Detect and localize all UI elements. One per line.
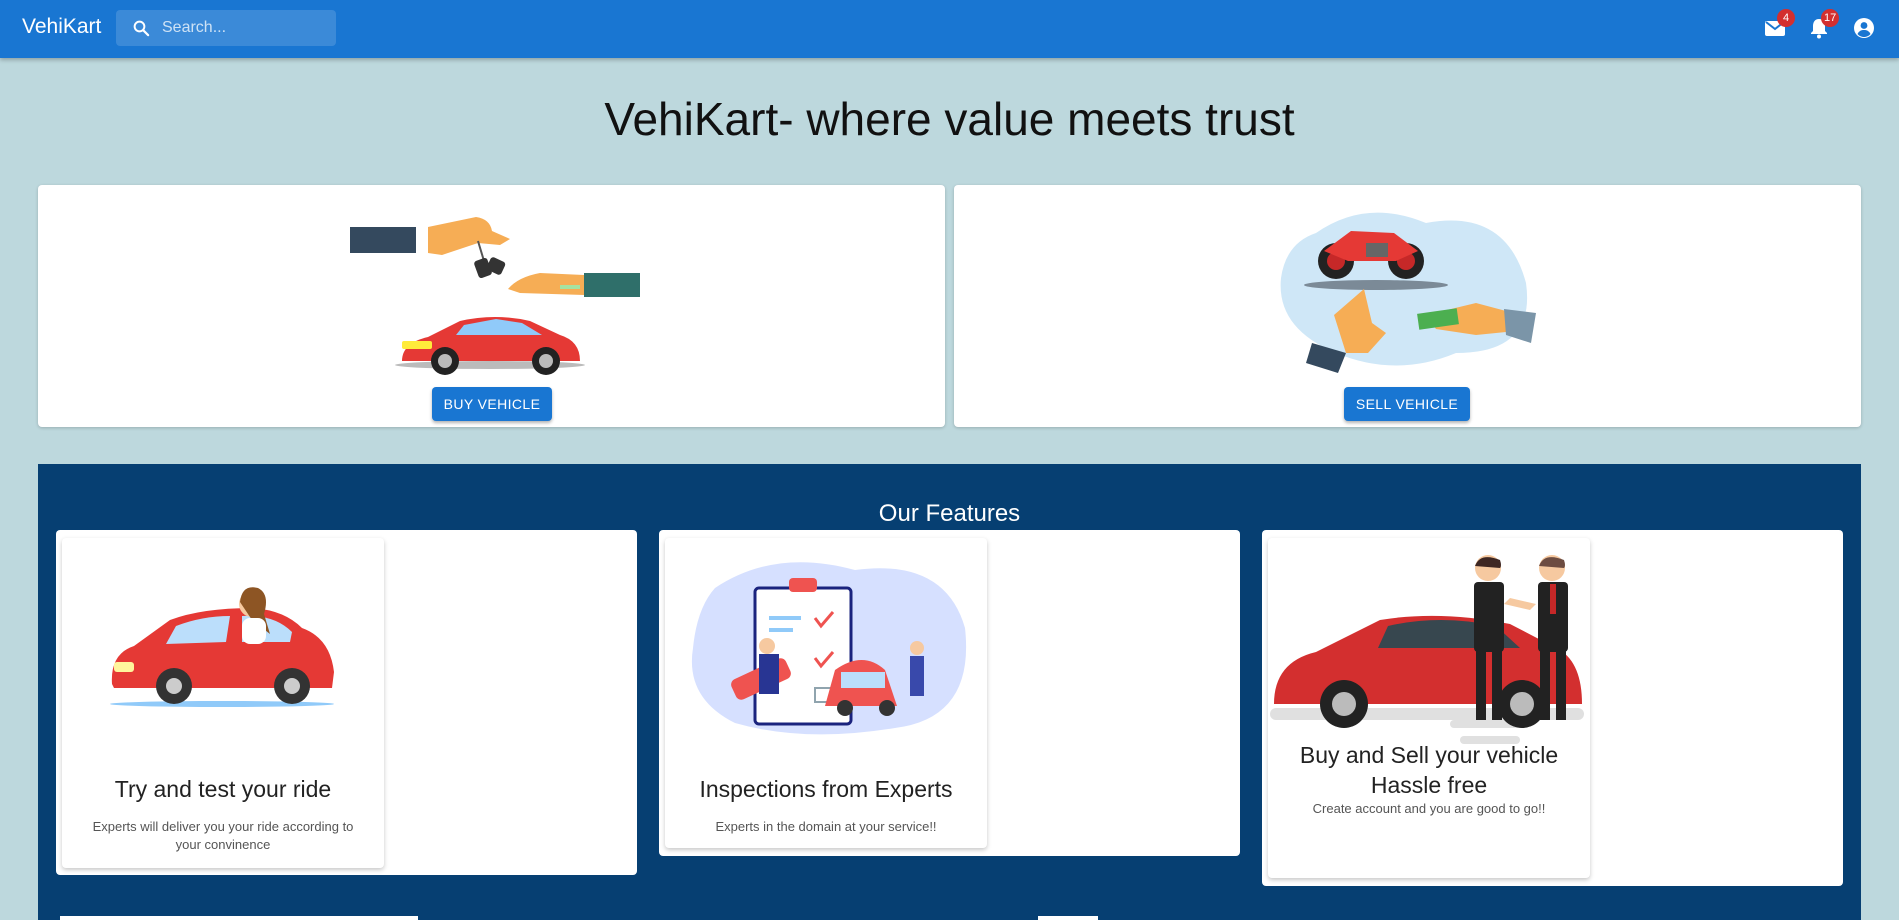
notifications-badge: 17 bbox=[1821, 9, 1840, 27]
feature-card-test-ride: Try and test your ride Experts will deli… bbox=[56, 530, 637, 875]
features-section: Our Features Try and test your ride Expe… bbox=[38, 464, 1861, 920]
feature-card-buy-sell: Buy and Sell your vehicle Hassle free Cr… bbox=[1262, 530, 1843, 886]
sell-vehicle-card: SELL VEHICLE bbox=[954, 185, 1861, 427]
buy-vehicle-button[interactable]: BUY VEHICLE bbox=[432, 387, 552, 421]
feature-inner-card: Try and test your ride Experts will deli… bbox=[62, 538, 384, 868]
partial-card-top bbox=[1038, 916, 1098, 920]
feature-description: Experts will deliver you your ride accor… bbox=[92, 819, 354, 852]
feature-description: Experts in the domain at your service!! bbox=[715, 819, 937, 834]
search-icon bbox=[133, 20, 150, 37]
search-input[interactable] bbox=[162, 10, 330, 46]
mail-button[interactable]: 4 bbox=[1763, 9, 1795, 42]
partial-card-top bbox=[60, 916, 418, 920]
feature-inner-card: Inspections from Experts Experts in the … bbox=[665, 538, 987, 848]
feature-title: Inspections from Experts bbox=[699, 776, 953, 802]
feature-title: Buy and Sell your vehicle Hassle free bbox=[1299, 742, 1559, 798]
woman-driving-car-icon bbox=[110, 587, 334, 707]
search-box[interactable] bbox=[116, 10, 336, 46]
account-circle-icon bbox=[1854, 18, 1874, 38]
buy-keys-car-illustration bbox=[350, 217, 640, 375]
page-headline: VehiKart- where value meets trust bbox=[604, 93, 1295, 145]
brand-logo[interactable]: VehiKart bbox=[22, 15, 101, 39]
feature-description: Create account and you are good to go!! bbox=[1312, 801, 1546, 816]
feature-inner-card: Buy and Sell your vehicle Hassle free Cr… bbox=[1268, 538, 1590, 878]
app-bar: VehiKart 4 17 bbox=[0, 0, 1899, 58]
account-button[interactable] bbox=[1852, 16, 1878, 42]
handshake-car-deal-icon bbox=[1270, 555, 1584, 744]
features-title: Our Features bbox=[878, 500, 1021, 527]
feature-card-inspections: Inspections from Experts Experts in the … bbox=[659, 530, 1240, 856]
notifications-button[interactable]: 17 bbox=[1807, 9, 1840, 42]
mail-badge: 4 bbox=[1777, 9, 1795, 27]
sell-bike-illustration bbox=[1280, 212, 1536, 373]
sell-vehicle-button[interactable]: SELL VEHICLE bbox=[1344, 387, 1470, 421]
feature-title: Try and test your ride bbox=[114, 776, 332, 802]
buy-vehicle-card: BUY VEHICLE bbox=[38, 185, 945, 427]
inspection-checklist-icon bbox=[691, 562, 967, 735]
